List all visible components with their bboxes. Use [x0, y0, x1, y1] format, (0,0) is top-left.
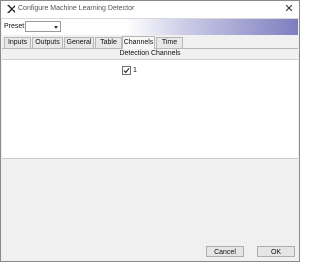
channel-1-checkbox[interactable]	[122, 66, 131, 75]
tab-table[interactable]: Table	[95, 37, 122, 48]
title-bar: Configure Machine Learning Detector ✕	[1, 1, 299, 19]
channels-list: 1	[2, 60, 298, 159]
ok-button[interactable]: OK	[257, 246, 295, 257]
dialog-window: Configure Machine Learning Detector ✕ Pr…	[0, 0, 300, 262]
tab-general[interactable]: General	[64, 37, 94, 48]
checkmark-icon	[123, 68, 130, 74]
app-logo-icon	[6, 4, 16, 14]
tab-inputs[interactable]: Inputs	[4, 37, 31, 48]
empty-area: Cancel OK	[2, 159, 298, 261]
tab-strip: Inputs Outputs General Table Channels Ti…	[2, 36, 298, 49]
tab-channels[interactable]: Channels	[122, 36, 155, 49]
preset-dropdown[interactable]	[25, 21, 61, 32]
window-title: Configure Machine Learning Detector	[18, 5, 135, 12]
close-icon[interactable]: ✕	[282, 2, 296, 16]
preset-label: Preset:	[4, 23, 27, 30]
tab-outputs[interactable]: Outputs	[32, 37, 63, 48]
preset-bar: Preset:	[2, 19, 298, 35]
detection-channels-title: Detection Channels	[2, 49, 298, 60]
tab-time[interactable]: Time	[156, 37, 183, 48]
channel-1-label: 1	[133, 67, 137, 74]
chevron-down-icon	[54, 26, 58, 29]
cancel-button[interactable]: Cancel	[206, 246, 244, 257]
